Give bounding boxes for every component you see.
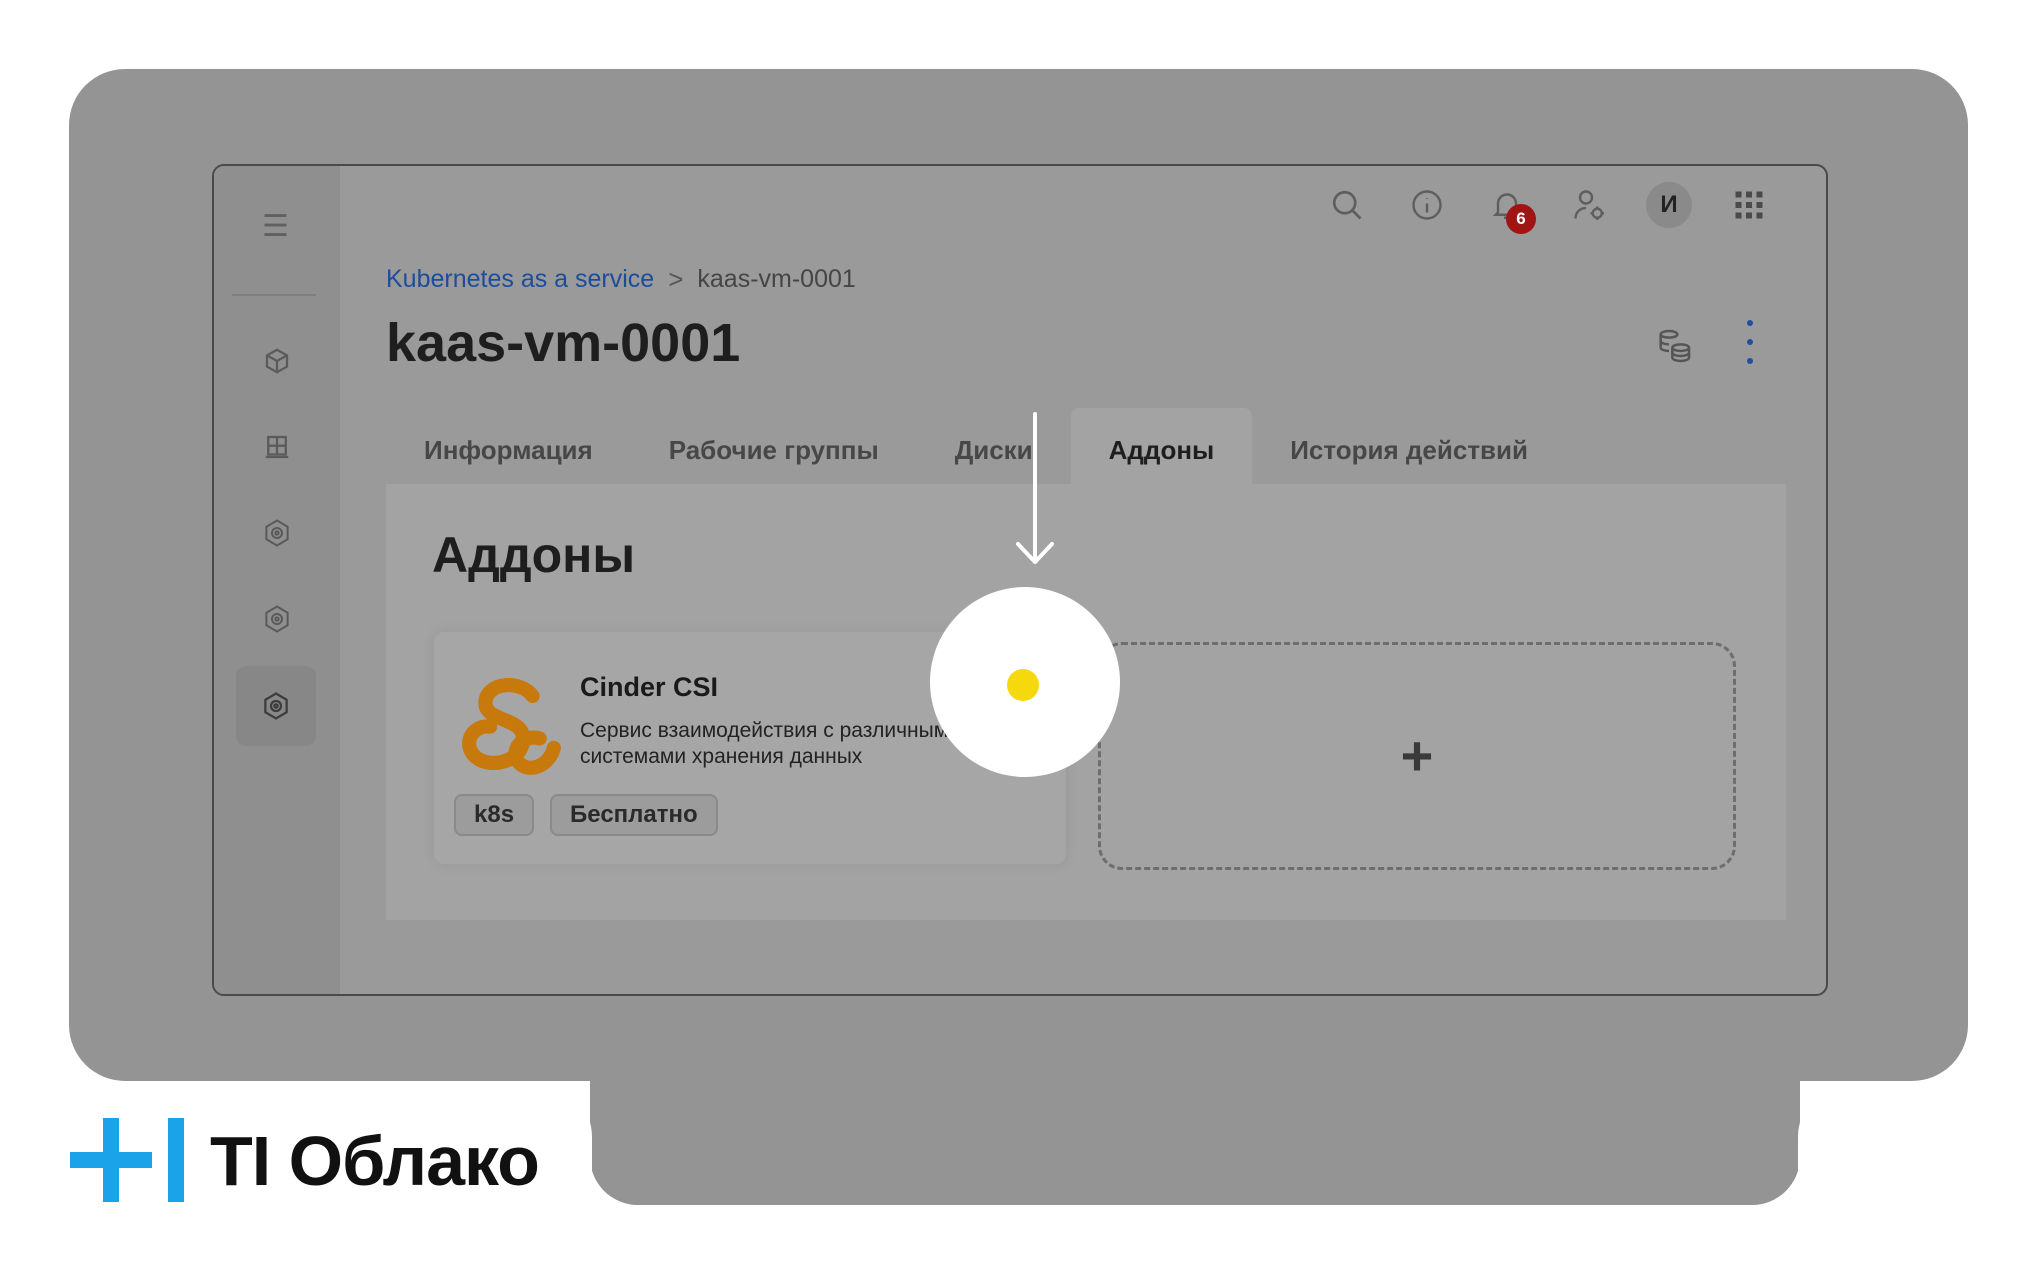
menu-icon[interactable]: ☰ [262,212,289,242]
tab-info[interactable]: Информация [386,408,631,492]
corner-notch [1798,1081,2028,1268]
cinder-logo [462,678,561,775]
sidebar: ☰ [214,166,340,994]
addon-tags: k8s Бесплатно [454,794,718,836]
tabs: Информация Рабочие группы Диски Аддоны И… [386,408,1566,492]
gear-icon[interactable] [236,666,316,746]
breadcrumb: Kubernetes as a service > kaas-vm-0001 [386,264,856,295]
tab-worker-groups[interactable]: Рабочие группы [631,408,917,492]
tag-k8s: k8s [454,794,535,836]
gear-icon[interactable] [252,508,302,558]
breadcrumb-current: kaas-vm-0001 [697,265,856,293]
brand-name: TI Облако [210,1122,540,1200]
tab-addons[interactable]: Аддоны [1070,408,1253,492]
search-icon[interactable] [1324,182,1370,228]
user-settings-icon[interactable] [1566,182,1612,228]
database-icon[interactable] [1654,326,1694,366]
info-icon[interactable] [1404,182,1450,228]
notification-badge: 6 [1506,204,1536,234]
pointer-arrow-icon [1016,412,1054,564]
bell-icon[interactable]: 6 [1484,182,1536,234]
addon-name: Cinder CSI [580,672,719,702]
table-icon[interactable] [252,422,302,472]
tag-free: Бесплатно [550,794,718,836]
apps-grid-icon[interactable] [1726,182,1772,228]
more-menu-icon[interactable] [1742,320,1758,364]
gear-icon[interactable] [252,594,302,644]
brand-logo: TI Облако [70,1118,540,1204]
panel-title: Аддоны [432,527,636,583]
cube-icon[interactable] [252,336,302,386]
avatar[interactable]: И [1646,182,1692,228]
addon-status-indicator [1007,669,1039,701]
breadcrumb-link[interactable]: Kubernetes as a service [386,265,654,294]
app-window: ☰ 6 И Kubernetes as a service > kaas-vm-… [212,164,1828,996]
add-addon-button[interactable]: + [1098,642,1736,870]
page-title: kaas-vm-0001 [386,313,741,373]
sidebar-divider [232,294,316,296]
plus-icon: + [1400,724,1434,787]
breadcrumb-separator: > [668,264,684,294]
brand-mark-icon [70,1118,186,1204]
tab-history[interactable]: История действий [1252,408,1566,492]
